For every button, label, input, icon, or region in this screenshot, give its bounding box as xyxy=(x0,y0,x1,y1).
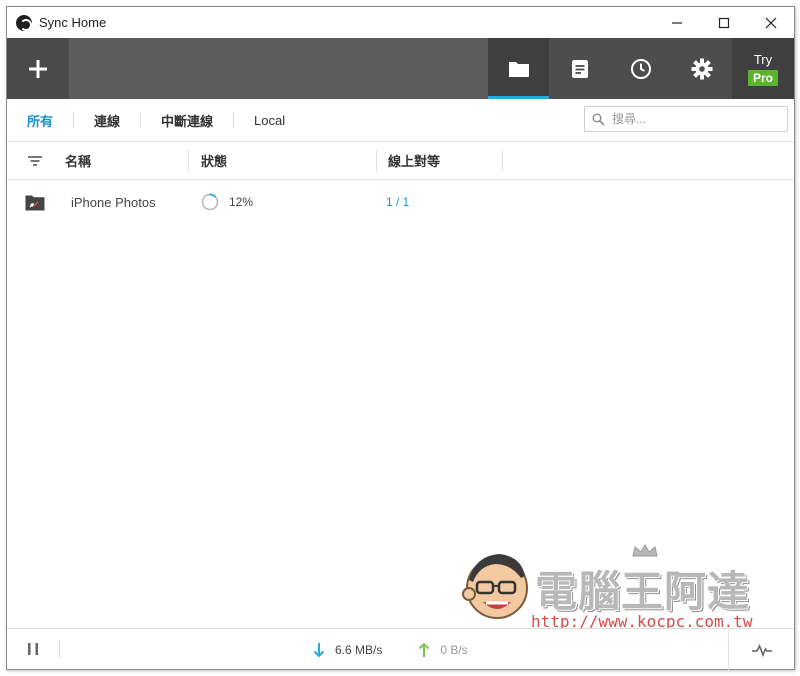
activity-graph-button[interactable] xyxy=(728,629,794,670)
filter-tab-local[interactable]: Local xyxy=(243,113,296,128)
window-title: Sync Home xyxy=(39,15,107,30)
search-box[interactable] xyxy=(584,106,788,132)
download-rate: 6.6 MB/s xyxy=(313,642,382,658)
maximize-button[interactable] xyxy=(700,7,747,38)
transfer-rates: 6.6 MB/s 0 B/s xyxy=(313,629,504,670)
title-bar: Sync Home xyxy=(7,7,794,38)
shared-folder-icon xyxy=(25,195,45,210)
minimize-icon xyxy=(671,21,682,24)
history-tab-button[interactable] xyxy=(610,38,671,99)
filter-tab-disconnected[interactable]: 中斷連線 xyxy=(150,111,224,130)
filter-bar: 所有 連線 中斷連線 Local xyxy=(7,99,794,142)
upload-rate-value: 0 B/s xyxy=(440,642,468,657)
plus-icon xyxy=(29,59,47,78)
pause-button[interactable] xyxy=(7,629,59,670)
folder-icon xyxy=(508,61,529,77)
filter-tab-all[interactable]: 所有 xyxy=(7,111,64,130)
add-folder-button[interactable] xyxy=(7,38,69,99)
gear-icon xyxy=(691,58,712,79)
search-input[interactable] xyxy=(612,112,782,126)
folders-tab-button[interactable] xyxy=(488,38,549,99)
activity-pulse-icon xyxy=(751,643,772,657)
download-rate-value: 6.6 MB/s xyxy=(335,642,383,657)
pro-badge: Pro xyxy=(747,69,778,86)
filter-divider xyxy=(73,113,75,127)
search-icon xyxy=(592,113,605,126)
filter-lines-icon xyxy=(28,155,42,166)
column-divider xyxy=(502,149,503,172)
transfers-tab-button[interactable] xyxy=(549,38,610,99)
close-button[interactable] xyxy=(747,7,794,38)
maximize-icon xyxy=(718,17,729,28)
filter-divider xyxy=(140,113,142,127)
progress-ring xyxy=(201,193,219,211)
upload-arrow-icon xyxy=(419,642,430,657)
minimize-button[interactable] xyxy=(653,7,700,38)
pause-icon xyxy=(28,643,38,655)
try-pro-button[interactable]: Try Pro xyxy=(732,38,794,99)
folder-cell xyxy=(7,194,65,211)
filter-tab-connected[interactable]: 連線 xyxy=(83,111,131,130)
filter-divider xyxy=(233,113,235,127)
mascot-face-icon xyxy=(462,554,528,619)
table-row[interactable]: iPhone Photos 12% 1 / 1 xyxy=(7,181,794,223)
try-label: Try xyxy=(753,51,773,67)
column-header-peers[interactable]: 線上對等 xyxy=(376,149,502,172)
column-headers: 名稱 狀態 線上對等 xyxy=(7,142,794,180)
main-toolbar: Try Pro xyxy=(7,38,794,99)
close-icon xyxy=(765,17,776,28)
clock-icon xyxy=(630,58,651,79)
column-header-status[interactable]: 狀態 xyxy=(188,149,376,172)
upload-rate: 0 B/s xyxy=(418,642,468,658)
app-logo-icon xyxy=(16,14,32,31)
folder-name: iPhone Photos xyxy=(71,194,156,210)
watermark: 電腦王阿達 http://www.kocpc.com.tw xyxy=(457,544,757,634)
app-window: Sync Home Try Pro 所有 連線 中斷連線 Local 搜尋...… xyxy=(6,6,795,670)
peers-count: 1 / 1 xyxy=(386,195,410,209)
status-divider xyxy=(59,640,60,658)
sort-filter-button[interactable] xyxy=(7,155,47,167)
crown-icon xyxy=(632,544,658,557)
watermark-title: 電腦王阿達 xyxy=(535,567,751,616)
download-arrow-icon xyxy=(313,642,325,657)
column-header-name[interactable]: 名稱 xyxy=(47,150,188,172)
preferences-tab-button[interactable] xyxy=(671,38,732,99)
status-cell: 12% xyxy=(197,193,385,211)
progress-percent: 12% xyxy=(229,195,254,209)
window-controls xyxy=(653,7,794,38)
document-icon xyxy=(571,59,588,78)
status-bar: 6.6 MB/s 0 B/s xyxy=(7,628,794,670)
